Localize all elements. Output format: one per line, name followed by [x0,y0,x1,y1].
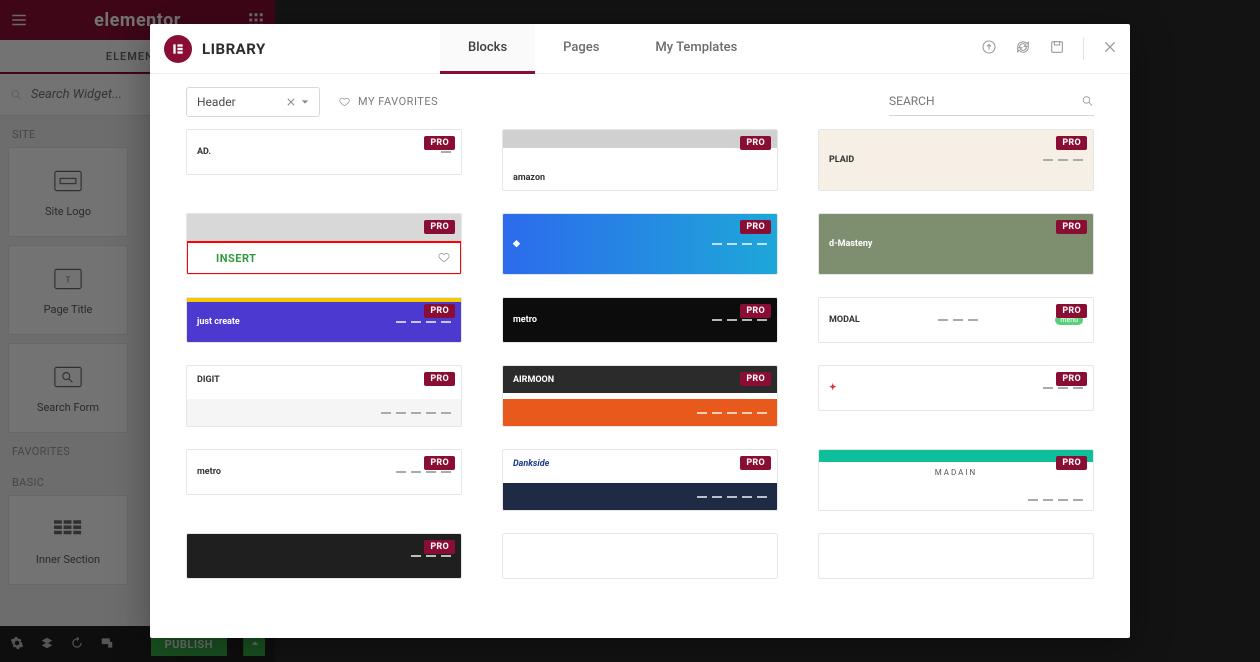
template-card[interactable]: metro PRO [502,297,778,343]
sync-icon[interactable] [1015,39,1031,59]
library-search[interactable] [889,88,1094,116]
pro-badge: PRO [1056,304,1087,318]
import-icon[interactable] [981,39,997,59]
elementor-logo-icon [164,35,192,63]
pro-badge: PRO [1056,136,1087,150]
template-card[interactable]: AD. PRO [186,129,462,175]
clear-filter-icon[interactable] [287,95,295,109]
template-card[interactable]: MODALmenu PRO [818,297,1094,343]
template-card[interactable]: ✦ PRO [818,365,1094,411]
library-title: LIBRARY [202,40,266,58]
template-insert-bar: INSERT [187,242,461,274]
library-toolbar: Header MY FAVORITES [150,74,1130,129]
chevron-down-icon [301,95,309,109]
pro-badge: PRO [424,220,455,234]
template-card[interactable]: AIRMOON PRO [502,365,778,427]
pro-badge: PRO [424,304,455,318]
save-icon[interactable] [1049,39,1065,59]
template-card[interactable]: MADAIN PRO [818,449,1094,511]
tab-blocks[interactable]: Blocks [440,24,535,74]
template-grid[interactable]: AD. PRO amazon PRO PLAID PRO PRO INSERT [150,129,1130,638]
template-card-hovered[interactable]: PRO INSERT [186,213,462,275]
search-icon [1081,94,1094,108]
pro-badge: PRO [424,456,455,470]
pro-badge: PRO [424,540,455,554]
template-card[interactable]: Dankside PRO [502,449,778,511]
template-card[interactable]: d-Masteny PRO [818,213,1094,275]
filter-value: Header [197,95,236,109]
insert-button[interactable]: INSERT [197,252,256,265]
pro-badge: PRO [1056,456,1087,470]
close-icon[interactable] [1102,39,1118,59]
pro-badge: PRO [740,372,771,386]
separator [1083,38,1084,60]
tab-my-templates[interactable]: My Templates [627,24,765,74]
template-card[interactable] [818,533,1094,579]
heart-icon [338,95,351,108]
library-search-input[interactable] [889,94,1081,108]
pro-badge: PRO [424,136,455,150]
download-icon [197,253,208,264]
template-card[interactable] [502,533,778,579]
favorite-button[interactable] [437,249,451,268]
template-card[interactable]: PRO [186,533,462,579]
library-header: LIBRARY Blocks Pages My Templates [150,24,1130,74]
pro-badge: PRO [1056,220,1087,234]
library-header-actions [981,24,1118,74]
library-modal: LIBRARY Blocks Pages My Templates Header… [150,24,1130,638]
template-card[interactable]: DIGIT PRO [186,365,462,427]
library-tabs: Blocks Pages My Templates [440,24,765,74]
template-card[interactable]: just create PRO [186,297,462,343]
pro-badge: PRO [740,220,771,234]
pro-badge: PRO [1056,372,1087,386]
pro-badge: PRO [740,136,771,150]
template-card[interactable]: amazon PRO [502,129,778,191]
template-card[interactable]: PLAID PRO [818,129,1094,191]
my-favorites-toggle[interactable]: MY FAVORITES [338,95,438,108]
favorites-label: MY FAVORITES [358,95,438,108]
pro-badge: PRO [424,372,455,386]
category-filter[interactable]: Header [186,87,320,117]
template-card[interactable]: ◆ PRO [502,213,778,275]
template-card[interactable]: metro PRO [186,449,462,495]
tab-pages[interactable]: Pages [535,24,627,74]
pro-badge: PRO [740,304,771,318]
pro-badge: PRO [740,456,771,470]
